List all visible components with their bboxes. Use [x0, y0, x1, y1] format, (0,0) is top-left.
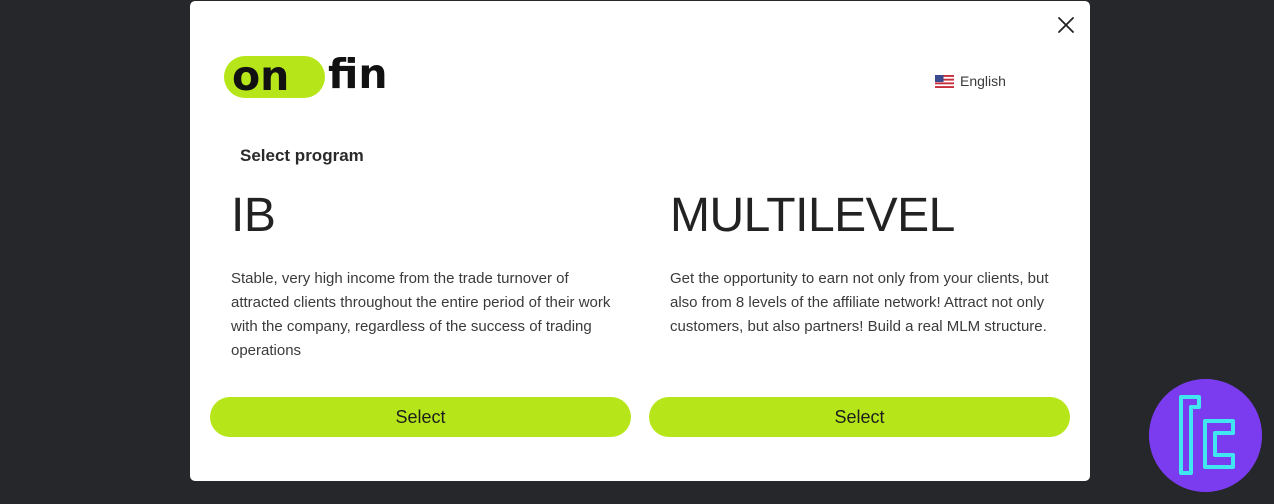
program-card-ib: IB Stable, very high income from the tra…	[210, 187, 631, 437]
close-icon[interactable]	[1056, 15, 1076, 35]
section-title: Select program	[240, 146, 364, 165]
program-name: IB	[231, 189, 276, 242]
language-selector[interactable]: English	[935, 73, 1006, 89]
us-flag-icon	[935, 74, 954, 88]
language-label: English	[960, 73, 1006, 89]
svg-text:on: on	[232, 52, 289, 100]
select-ib-button[interactable]: Select	[210, 397, 631, 437]
program-card-multilevel: MULTILEVEL Get the opportunity to earn n…	[649, 187, 1070, 437]
program-description: Stable, very high income from the trade …	[231, 270, 611, 359]
watermark-logo	[1149, 379, 1262, 492]
program-description: Get the opportunity to earn not only fro…	[670, 270, 1049, 335]
svg-text:fin: fin	[328, 51, 388, 98]
program-select-modal: on fin English Select program IB Stable,…	[190, 1, 1090, 481]
onfin-logo: on fin	[224, 51, 388, 100]
select-multilevel-button[interactable]: Select	[649, 397, 1070, 437]
program-name: MULTILEVEL	[670, 189, 955, 242]
